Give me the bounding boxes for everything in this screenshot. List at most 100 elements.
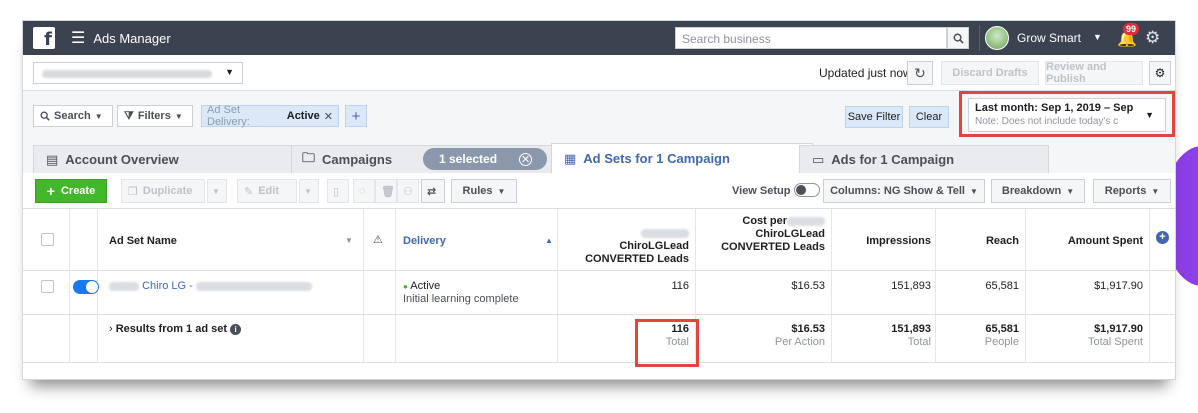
- ab-test-button[interactable]: ▯: [327, 179, 349, 203]
- delivery-status: Active: [410, 280, 441, 292]
- column-header-amount[interactable]: Amount Spent: [1031, 235, 1143, 248]
- clear-button[interactable]: Clear: [909, 106, 949, 128]
- ads-manager-window: f ☰ Ads Manager Search business Grow Sma…: [22, 20, 1176, 380]
- chevron-down-icon[interactable]: ▼: [345, 236, 353, 245]
- preview-icon: ⇄: [427, 185, 437, 198]
- audience-button[interactable]: ⚇: [397, 179, 419, 203]
- duplicate-button[interactable]: ❐ Duplicate: [121, 179, 205, 203]
- discard-drafts-button[interactable]: Discard Drafts: [941, 61, 1039, 85]
- refresh-icon: ↻: [914, 64, 926, 81]
- summary-label-group[interactable]: › Results from 1 ad set i: [109, 323, 242, 335]
- search-icon: [40, 111, 50, 121]
- chevron-down-icon: ▼: [497, 186, 506, 196]
- edit-label: Edit: [258, 185, 279, 197]
- tab-label: Ads for 1 Campaign: [831, 152, 955, 167]
- gear-icon: ⚙: [1154, 66, 1166, 80]
- chevron-right-icon[interactable]: ›: [109, 323, 113, 335]
- chevron-down-icon[interactable]: ▼: [1093, 32, 1102, 42]
- close-icon[interactable]: ✕: [324, 110, 333, 123]
- revert-icon: ◌: [359, 185, 366, 197]
- facebook-logo[interactable]: f: [33, 27, 55, 49]
- summary-cost-value: $16.53: [791, 323, 825, 335]
- summary-amount: $1,917.90 Total Spent: [1031, 323, 1143, 349]
- save-filter-button[interactable]: Save Filter: [845, 106, 903, 128]
- settings-button[interactable]: ⚙: [1149, 61, 1171, 85]
- row-status-toggle[interactable]: [73, 280, 99, 294]
- tab-ad-sets[interactable]: ▦ Ad Sets for 1 Campaign: [551, 143, 813, 173]
- summary-reach: 65,581 People: [943, 323, 1019, 349]
- preview-button[interactable]: ⇄: [421, 179, 445, 203]
- chevron-down-icon: ▼: [969, 186, 978, 196]
- sort-up-icon[interactable]: ▲: [545, 236, 553, 245]
- column-header-cost[interactable]: Cost per ChiroLGLead CONVERTED Leads: [709, 215, 825, 254]
- gear-icon[interactable]: ⚙: [1145, 28, 1160, 48]
- column-header-reach[interactable]: Reach: [943, 235, 1019, 248]
- close-icon[interactable]: ✕: [519, 152, 533, 166]
- add-column-icon[interactable]: +: [1156, 231, 1169, 244]
- column-header-impressions[interactable]: Impressions: [841, 235, 931, 248]
- edit-button[interactable]: ✎ Edit: [237, 179, 297, 203]
- menu-icon[interactable]: ☰: [71, 28, 85, 48]
- reports-button[interactable]: Reports ▼: [1093, 179, 1171, 203]
- table-row[interactable]: Chiro LG - ● Active Initial learning com…: [23, 271, 1175, 315]
- selected-count-pill[interactable]: 1 selected ✕: [423, 148, 547, 170]
- summary-row: › Results from 1 ad set i 116 Total $16.…: [23, 315, 1175, 363]
- cost-header-line3: CONVERTED Leads: [721, 241, 825, 253]
- chevron-down-icon: ▼: [94, 111, 103, 121]
- notification-badge: 99: [1123, 23, 1140, 35]
- edit-dropdown[interactable]: ▼: [299, 179, 319, 203]
- filters-button[interactable]: ⧩ Filters ▼: [117, 105, 193, 127]
- pencil-icon: ✎: [244, 185, 254, 198]
- create-button-label: Create: [60, 185, 96, 197]
- filter-pill-key: Ad Set Delivery:: [207, 104, 250, 128]
- date-range-note: Note: Does not include today's c: [975, 116, 1119, 127]
- search-business-input[interactable]: Search business: [675, 27, 947, 49]
- tab-label: Campaigns: [322, 152, 393, 167]
- tab-account-overview[interactable]: ▤ Account Overview: [33, 145, 315, 173]
- view-setup-toggle[interactable]: [794, 183, 820, 197]
- refresh-button[interactable]: ↻: [907, 61, 933, 85]
- topbar-divider: [979, 25, 980, 51]
- ad-set-name[interactable]: Chiro LG -: [109, 280, 312, 292]
- columns-label: Columns: NG Show & Tell: [830, 185, 965, 197]
- row-checkbox[interactable]: [41, 280, 54, 293]
- delete-button[interactable]: 🗑: [375, 179, 397, 203]
- tab-ads[interactable]: ▭ Ads for 1 Campaign: [799, 145, 1049, 173]
- warning-icon: ⚠: [373, 234, 383, 246]
- review-publish-button[interactable]: Review and Publish: [1045, 61, 1143, 85]
- account-overview-icon: ▤: [46, 151, 59, 167]
- blurred-text: [787, 216, 825, 226]
- revert-button[interactable]: ◌: [353, 179, 375, 203]
- columns-button[interactable]: Columns: NG Show & Tell ▼: [823, 179, 985, 203]
- blurred-text: [109, 281, 139, 291]
- column-header-name[interactable]: Ad Set Name: [109, 235, 177, 248]
- column-header-delivery[interactable]: Delivery: [403, 235, 446, 248]
- search-button-label: Search: [54, 110, 91, 122]
- create-button[interactable]: + Create: [35, 179, 107, 203]
- breakdown-button[interactable]: Breakdown ▼: [991, 179, 1085, 203]
- duplicate-dropdown[interactable]: ▼: [207, 179, 227, 203]
- filter-pill-delivery[interactable]: Ad Set Delivery: Active ✕: [201, 104, 339, 128]
- avatar[interactable]: [985, 26, 1009, 50]
- search-icon[interactable]: [947, 27, 969, 49]
- account-name[interactable]: Grow Smart: [1017, 31, 1081, 45]
- select-all-checkbox[interactable]: [41, 233, 54, 246]
- date-range-highlight: Last month: Sep 1, 2019 – Sep Note: Does…: [959, 91, 1175, 137]
- add-filter-button[interactable]: +: [345, 105, 367, 127]
- ad-account-select[interactable]: ▼: [33, 62, 243, 84]
- trash-icon: 🗑: [381, 185, 395, 198]
- chevron-down-icon: ▼: [212, 186, 220, 196]
- filters-button-label: Filters: [137, 110, 171, 122]
- chevron-down-icon[interactable]: ▼: [1145, 110, 1154, 120]
- column-header-leads[interactable]: ChiroLGLead CONVERTED Leads: [573, 227, 689, 266]
- rules-button[interactable]: Rules ▼: [451, 179, 517, 203]
- cost-header-line2: ChiroLGLead: [755, 228, 825, 240]
- breakdown-label: Breakdown: [1001, 185, 1062, 197]
- search-button[interactable]: Search ▼: [33, 105, 113, 127]
- ad-set-name-text[interactable]: Chiro LG -: [142, 280, 193, 292]
- summary-amount-value: $1,917.90: [1094, 323, 1143, 335]
- date-range-picker[interactable]: Last month: Sep 1, 2019 – Sep Note: Does…: [968, 98, 1166, 132]
- level-tabs: ▤ Account Overview 🗀 Campaigns 1 selecte…: [23, 139, 1175, 173]
- info-icon[interactable]: i: [230, 324, 242, 335]
- rules-label: Rules: [462, 185, 493, 197]
